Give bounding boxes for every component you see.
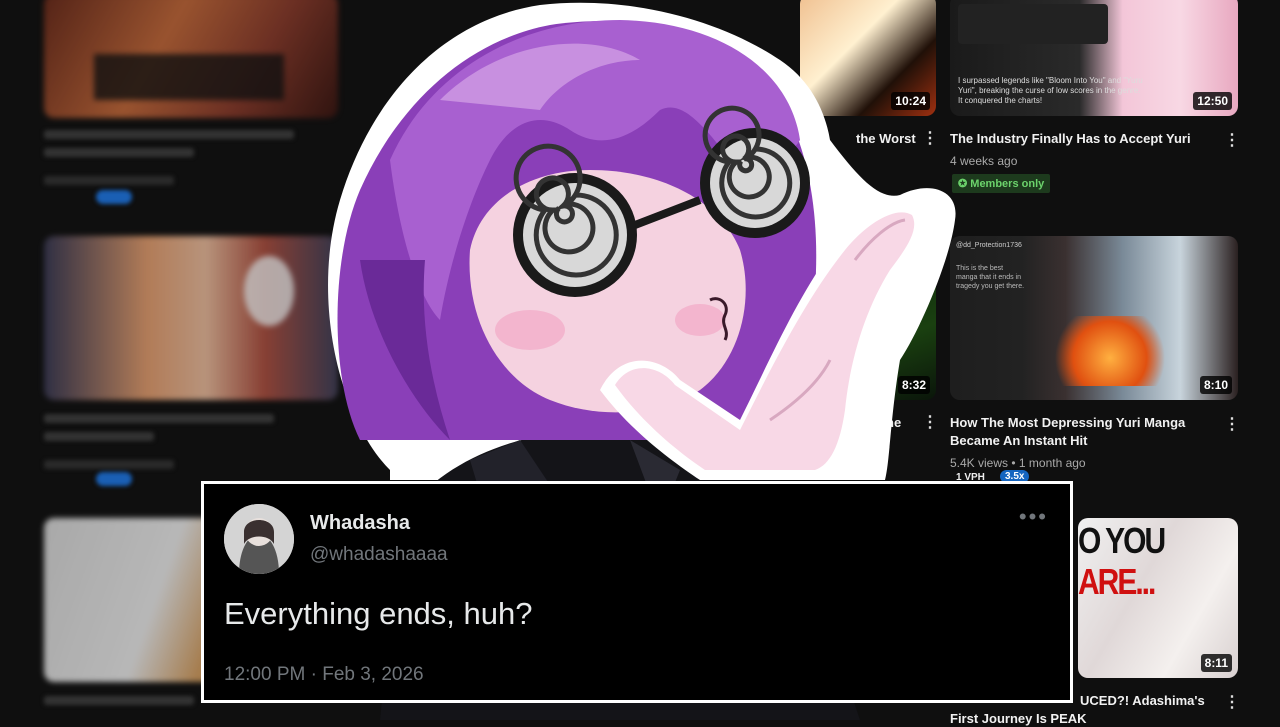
video-thumbnail[interactable] — [44, 0, 338, 118]
video-duration: 12:50 — [1193, 92, 1232, 110]
video-menu-button[interactable]: ⋮ — [1224, 414, 1240, 434]
blurred-title — [44, 432, 154, 441]
tweet-display-name[interactable]: Whadasha — [310, 512, 410, 535]
thumbnail-comment: I surpassed legends like "Bloom Into You… — [958, 76, 1143, 105]
blurred-meta — [44, 460, 174, 469]
video-duration: 8:11 — [1200, 654, 1232, 672]
more-options-icon[interactable]: ••• — [1019, 504, 1048, 530]
video-menu-button[interactable]: ⋮ — [1224, 130, 1240, 150]
video-thumbnail[interactable]: @dd_Protection1736 This is the best mang… — [950, 236, 1238, 400]
blurred-badge — [96, 190, 132, 204]
video-title-line2[interactable]: Became An Instant Hit — [950, 432, 1088, 449]
members-only-badge: ✪ Members only — [952, 174, 1051, 193]
video-thumbnail[interactable] — [44, 236, 338, 400]
video-menu-button[interactable]: ⋮ — [1224, 692, 1240, 712]
tweet-card[interactable]: Whadasha @whadashaaaa ••• Everything end… — [201, 481, 1073, 703]
tweet-text: Everything ends, huh? — [224, 596, 533, 631]
blurred-title — [44, 148, 194, 157]
thumbnail-comment-user: @dd_Protection1736 — [956, 242, 1022, 249]
badge-label: Members only — [970, 178, 1045, 190]
avatar[interactable] — [224, 504, 294, 574]
video-thumbnail[interactable]: I surpassed legends like "Bloom Into You… — [950, 0, 1238, 116]
thumbnail-comment: This is the best manga that it ends in t… — [956, 265, 1025, 290]
thumbnail-headline: O YOU — [1078, 522, 1166, 562]
thumbnail-headline-accent: ARE... — [1078, 562, 1156, 603]
video-title[interactable]: The Industry Finally Has to Accept Yuri — [950, 130, 1191, 147]
blurred-title — [44, 130, 294, 139]
tweet-handle[interactable]: @whadashaaaa — [310, 544, 448, 566]
blurred-badge — [96, 472, 132, 486]
blurred-meta — [44, 176, 174, 185]
tweet-timestamp[interactable]: 12:00 PM · Feb 3, 2026 — [224, 664, 424, 686]
video-title[interactable]: UCED?! Adashima's — [1080, 692, 1205, 709]
video-title-line2[interactable]: First Journey Is PEAK — [950, 710, 1087, 727]
video-meta: 5.4K views • 1 month ago — [950, 456, 1086, 470]
video-duration: 8:10 — [1199, 376, 1232, 394]
video-thumbnail[interactable]: O YOU ARE... 8:11 — [1078, 518, 1238, 678]
video-title[interactable]: How The Most Depressing Yuri Manga — [950, 414, 1185, 431]
blurred-title — [44, 696, 194, 705]
avatar-image — [224, 504, 294, 574]
blurred-title — [44, 414, 274, 423]
video-meta: 4 weeks ago — [950, 154, 1018, 168]
